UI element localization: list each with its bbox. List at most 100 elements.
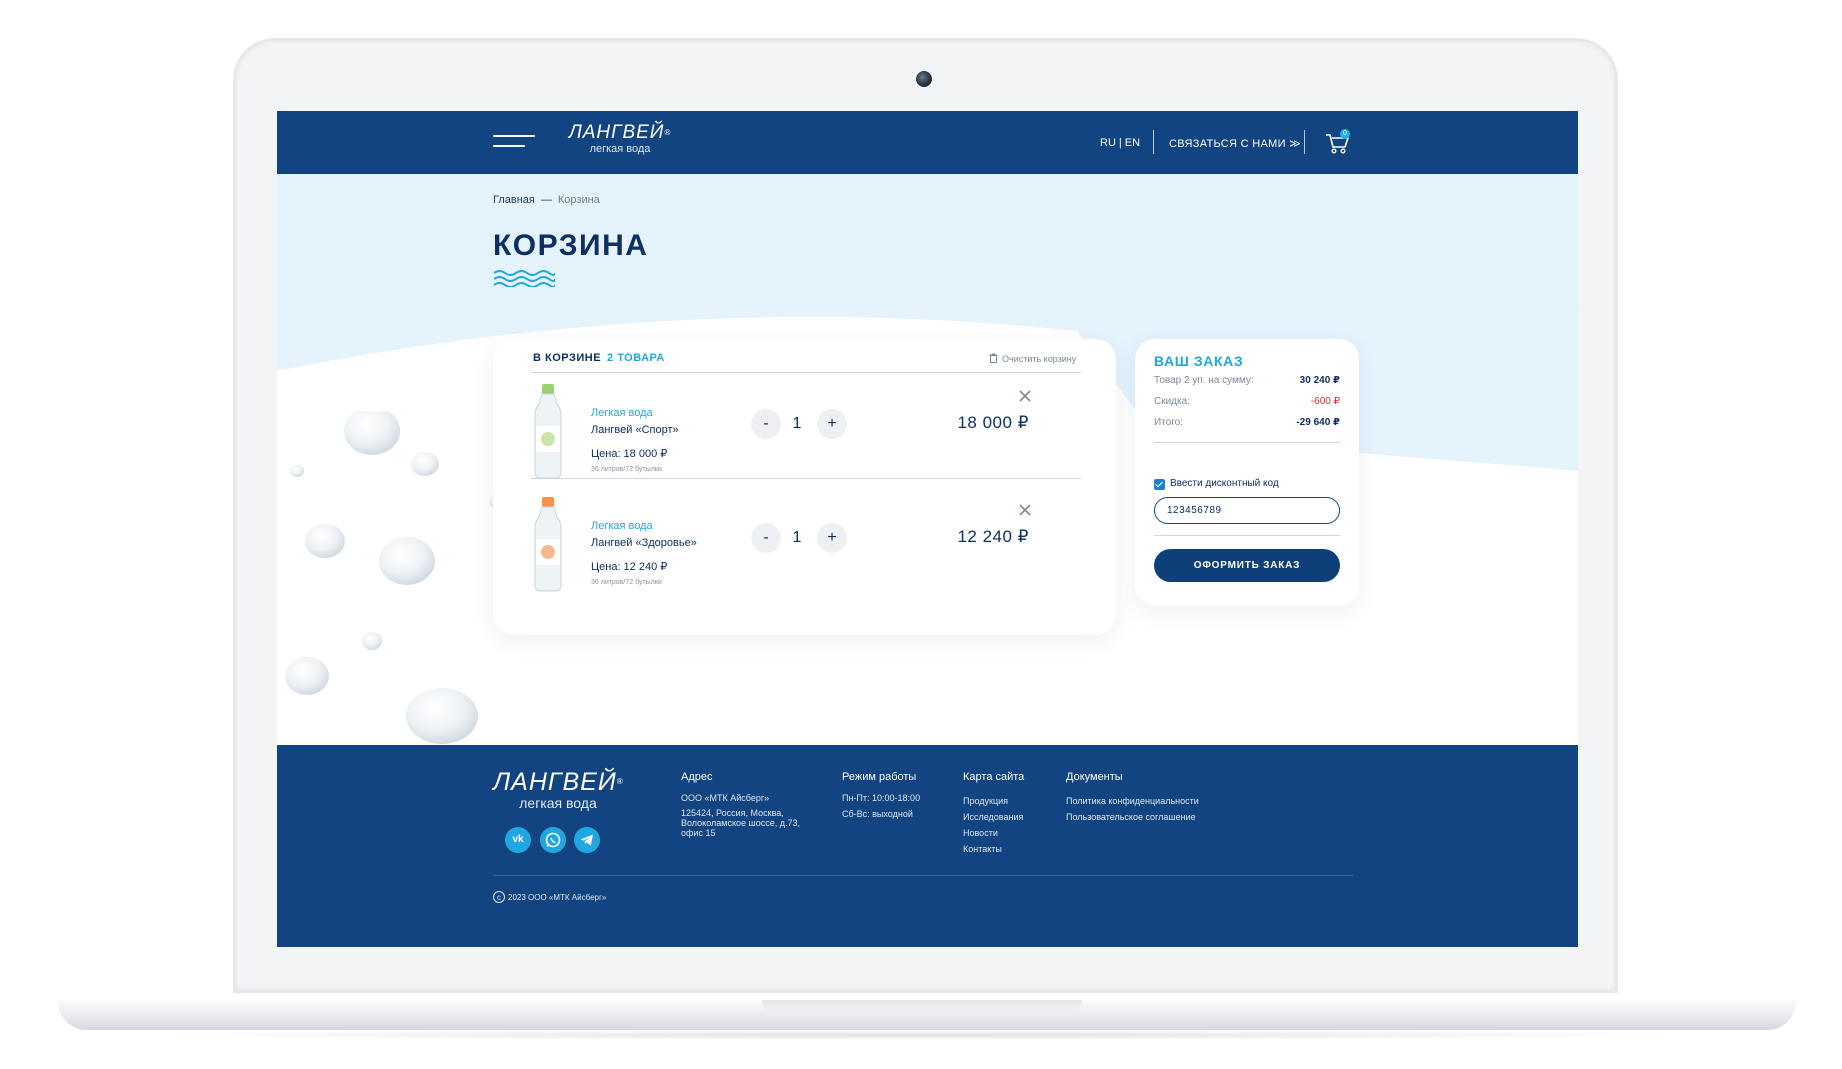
header-divider	[1304, 130, 1305, 154]
footer-logo-subtitle: легкая вода	[519, 795, 597, 811]
cart-heading: В КОРЗИНЕ 2 ТОВАРА	[533, 352, 665, 364]
footer-link-privacy[interactable]: Политика конфиденциальности	[1066, 793, 1199, 809]
footer-hours-weekdays: Пн-Пт: 10:00-18:00	[842, 793, 921, 803]
webcam	[916, 71, 932, 87]
item-name[interactable]: Лангвей «Спорт»	[591, 424, 679, 436]
item-volume-note: 36 литров/72 бутылки	[591, 466, 662, 473]
page-title: КОРЗИНА	[493, 229, 649, 262]
footer-address-line: Волоколамское шоссе, д.73,	[681, 818, 801, 828]
order-summary-card: ВАШ ЗАКАЗ Товар 2 уп. на сумму: 30 240 ₽…	[1135, 339, 1359, 606]
logo-registered: ®	[664, 128, 672, 137]
footer-logo-brand: ЛАНГВЕЙ	[493, 768, 617, 796]
footer-logo[interactable]: ЛАНГВЕЙ® легкая вода	[493, 769, 623, 811]
item-brand[interactable]: Легкая вода	[591, 407, 653, 419]
footer-sitemap-heading: Карта сайта	[963, 771, 1025, 783]
header-divider	[1153, 130, 1154, 154]
order-row-value: 30 240 ₽	[1299, 375, 1340, 386]
quantity-value: 1	[792, 529, 802, 546]
footer-hours-weekend: Сб-Вс: выходной	[842, 809, 913, 819]
cart-item: Легкая вода Лангвей «Здоровье» Цена: 12 …	[533, 497, 1078, 607]
header-logo[interactable]: ЛАНГВЕЙ® легкая вода	[565, 123, 675, 156]
lang-en[interactable]: EN	[1125, 137, 1140, 149]
menu-icon[interactable]	[493, 133, 535, 153]
language-switcher: RU | EN	[1100, 137, 1140, 149]
lang-ru[interactable]: RU	[1100, 137, 1116, 149]
order-row-value: -29 640 ₽	[1296, 417, 1340, 428]
close-icon[interactable]	[1018, 503, 1032, 517]
breadcrumb: Главная — Корзина	[493, 194, 600, 206]
quantity-increase-button[interactable]: +	[817, 523, 847, 553]
breadcrumb-home[interactable]: Главная	[493, 194, 535, 206]
order-title: ВАШ ЗАКАЗ	[1154, 353, 1244, 369]
footer-link-terms[interactable]: Пользовательское соглашение	[1066, 809, 1199, 825]
vk-icon[interactable]: vk	[505, 827, 531, 853]
discount-code-label[interactable]: Ввести дисконтный код	[1170, 478, 1279, 489]
quantity-increase-button[interactable]: +	[817, 409, 847, 439]
cart-card: В КОРЗИНЕ 2 ТОВАРА Очистить корзину Легка…	[493, 339, 1116, 635]
discount-code-checkbox[interactable]	[1154, 479, 1165, 490]
lang-separator: |	[1118, 137, 1122, 149]
cart-count-badge: 0	[1340, 129, 1350, 139]
footer-address-heading: Адрес	[681, 771, 713, 783]
item-price: Цена: 12 240 ₽	[591, 561, 668, 573]
order-row-label: Итого:	[1154, 417, 1183, 428]
item-price: Цена: 18 000 ₽	[591, 448, 668, 460]
cart-divider	[531, 478, 1081, 479]
site-footer: ЛАНГВЕЙ® легкая вода vk Адрес ООО «МТК А…	[277, 745, 1578, 947]
footer-sitemap: Карта сайта Продукция Исследования Новос…	[963, 771, 1024, 857]
footer-address-line: офис 15	[681, 828, 716, 838]
laptop-shadow	[120, 1030, 1720, 1040]
footer-link-research[interactable]: Исследования	[963, 809, 1024, 825]
footer-company: ООО «МТК Айсберг»	[681, 793, 770, 803]
item-brand[interactable]: Легкая вода	[591, 520, 653, 532]
order-subtotal-row: Товар 2 уп. на сумму: 30 240 ₽	[1154, 375, 1340, 386]
footer-documents-heading: Документы	[1066, 771, 1123, 783]
site-header: ЛАНГВЕЙ® легкая вода RU | EN СВЯЗАТЬСЯ С Н…	[277, 111, 1578, 174]
bottle-sport-image	[534, 384, 562, 479]
copyright-text: 2023 ООО «МТК Айсберг»	[508, 893, 607, 902]
quantity-value: 1	[792, 415, 802, 432]
contact-us-link[interactable]: СВЯЗАТЬСЯ С НАМИ ≫	[1169, 137, 1301, 150]
quantity-decrease-button[interactable]: -	[751, 409, 781, 439]
clear-cart-label: Очистить корзину	[1002, 354, 1077, 364]
cart-heading-label: В КОРЗИНЕ	[533, 352, 602, 364]
footer-logo-registered: ®	[616, 777, 624, 786]
footer-copyright: c 2023 ООО «МТК Айсберг»	[493, 891, 606, 903]
discount-code-input[interactable]	[1154, 497, 1340, 524]
footer-link-news[interactable]: Новости	[963, 825, 1024, 841]
footer-divider	[493, 875, 1353, 876]
footer-address: Адрес ООО «МТК Айсберг» 125424, Россия, …	[681, 771, 800, 838]
close-icon[interactable]	[1018, 389, 1032, 403]
breadcrumb-current: Корзина	[557, 194, 600, 206]
cart-divider	[531, 372, 1081, 373]
breadcrumb-separator: —	[540, 194, 552, 206]
quantity-decrease-button[interactable]: -	[751, 523, 781, 553]
telegram-icon[interactable]	[574, 827, 600, 853]
bottle-health-image	[534, 497, 562, 592]
trash-icon	[989, 353, 998, 363]
order-row-label: Скидка:	[1154, 396, 1190, 407]
laptop-base-notch	[762, 1000, 1082, 1012]
order-row-value: -600 ₽	[1310, 396, 1340, 407]
cart-item-count: 2 ТОВАРА	[607, 352, 665, 364]
footer-link-contacts[interactable]: Контакты	[963, 841, 1024, 857]
footer-link-products[interactable]: Продукция	[963, 793, 1024, 809]
order-divider	[1154, 442, 1340, 443]
footer-address-line: 125424, Россия, Москва,	[681, 808, 784, 818]
item-total: 18 000 ₽	[957, 413, 1029, 432]
footer-hours: Режим работы Пн-Пт: 10:00-18:00 Сб-Вс: в…	[842, 771, 920, 819]
clear-cart-button[interactable]: Очистить корзину	[989, 353, 1076, 364]
whatsapp-icon[interactable]	[540, 827, 566, 853]
order-divider	[1154, 535, 1340, 536]
item-name[interactable]: Лангвей «Здоровье»	[591, 537, 697, 549]
logo-brand: ЛАНГВЕЙ	[568, 122, 665, 143]
logo-subtitle: легкая вода	[589, 143, 651, 155]
title-waves-icon	[493, 270, 555, 287]
order-discount-row: Скидка: -600 ₽	[1154, 396, 1340, 407]
order-row-label: Товар 2 уп. на сумму:	[1154, 375, 1254, 386]
screen: ЛАНГВЕЙ® легкая вода RU | EN СВЯЗАТЬСЯ С Н…	[277, 111, 1578, 947]
footer-hours-heading: Режим работы	[842, 771, 917, 783]
place-order-button[interactable]: ОФОРМИТЬ ЗАКАЗ	[1154, 549, 1340, 582]
copyright-icon: c	[493, 891, 505, 903]
item-total: 12 240 ₽	[957, 527, 1029, 546]
